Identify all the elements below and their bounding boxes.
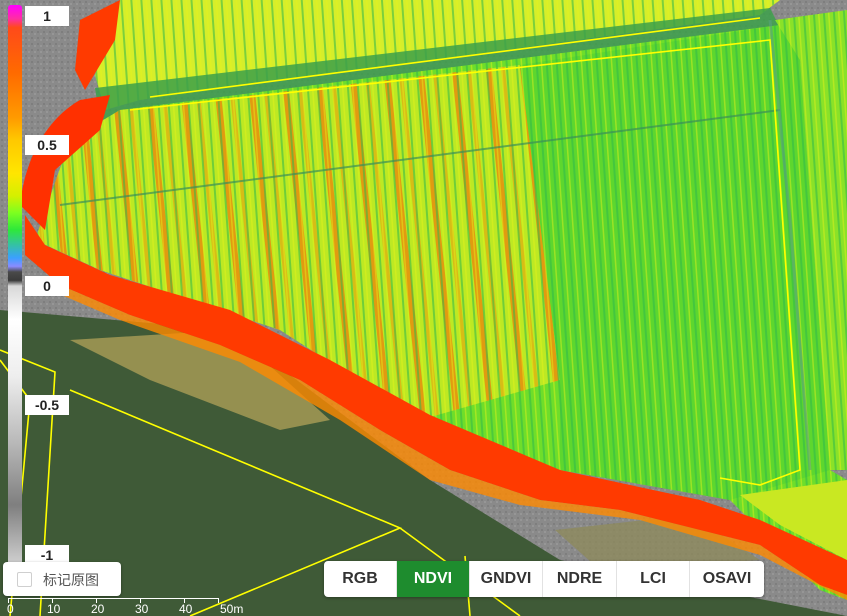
scale-label: 40 <box>179 602 193 616</box>
legend-tick-neg-0-5: -0.5 <box>25 395 69 415</box>
scale-label: 30 <box>135 602 149 616</box>
mark-original-checkbox[interactable] <box>17 572 32 587</box>
legend-tick-1: 1 <box>25 6 69 26</box>
index-selector: RGB NDVI GNDVI NDRE LCI OSAVI <box>324 561 764 597</box>
scale-label: 0 <box>7 602 14 616</box>
index-button-gndvi[interactable]: GNDVI <box>470 561 543 597</box>
legend-tick-0-5: 0.5 <box>25 135 69 155</box>
scale-bar: 0 10 20 30 40 50m <box>0 598 260 616</box>
index-button-osavi[interactable]: OSAVI <box>690 561 764 597</box>
index-button-rgb[interactable]: RGB <box>324 561 397 597</box>
mark-original-label: 标记原图 <box>43 572 99 588</box>
ndvi-color-legend <box>8 5 22 567</box>
legend-tick-0: 0 <box>25 276 69 296</box>
index-button-ndre[interactable]: NDRE <box>543 561 617 597</box>
index-button-ndvi[interactable]: NDVI <box>397 561 470 597</box>
scale-label: 50m <box>220 602 244 616</box>
map-canvas[interactable] <box>0 0 847 616</box>
scale-label: 20 <box>91 602 105 616</box>
index-button-lci[interactable]: LCI <box>617 561 690 597</box>
scale-label: 10 <box>47 602 61 616</box>
mark-original-toggle[interactable]: 标记原图 <box>3 562 121 596</box>
